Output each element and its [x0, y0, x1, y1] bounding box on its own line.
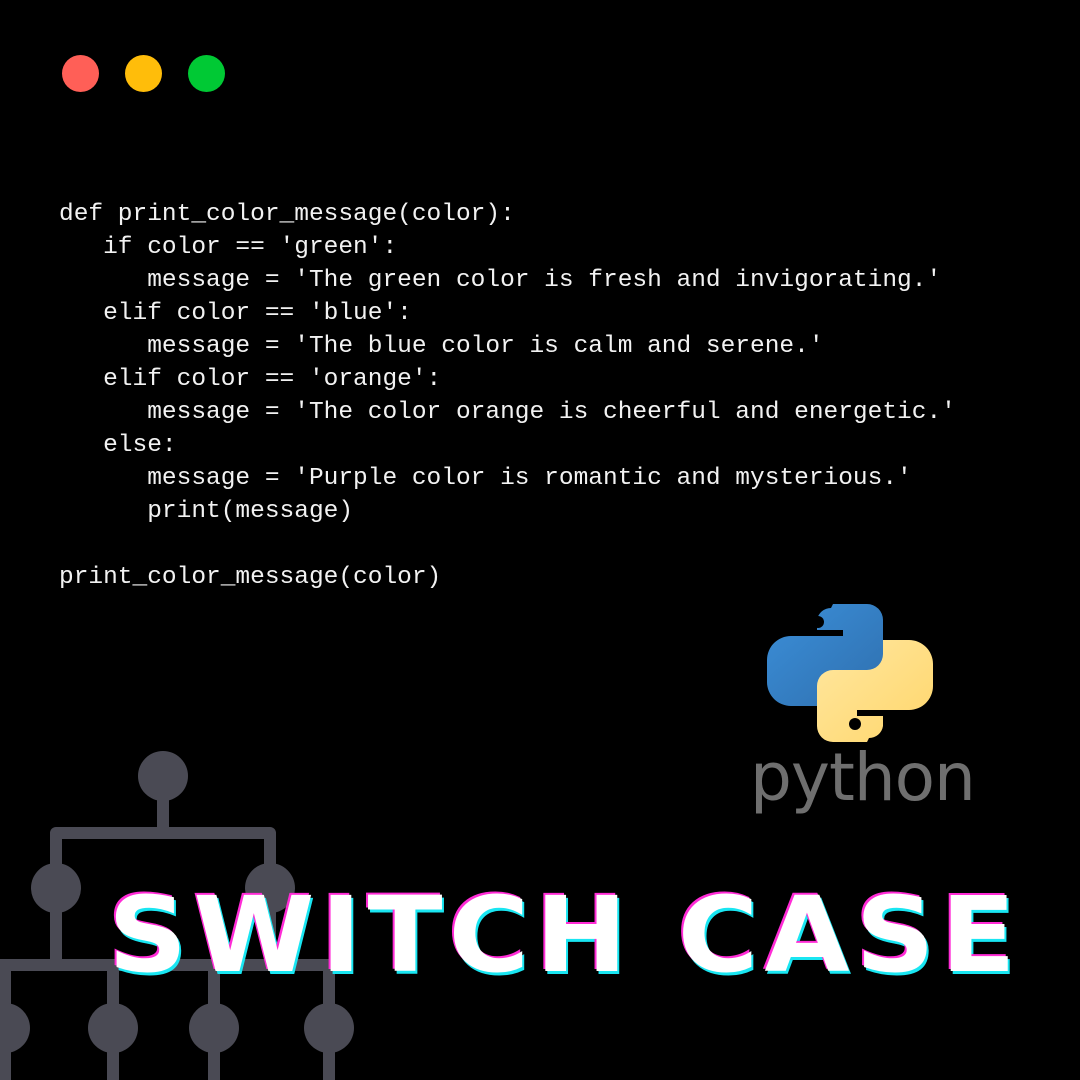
close-button[interactable] — [62, 55, 99, 92]
minimize-button[interactable] — [125, 55, 162, 92]
code-line: def print_color_message(color): — [59, 201, 515, 228]
page-title: SWITCH CASE — [108, 874, 1022, 996]
code-line: print(message) — [59, 498, 354, 525]
code-line: message = 'The blue color is calm and se… — [59, 333, 824, 360]
code-line: else: — [59, 432, 177, 459]
python-logo-icon — [767, 604, 933, 742]
window-controls — [62, 55, 225, 92]
python-wordmark: python — [750, 739, 976, 816]
code-line: print_color_message(color) — [59, 564, 442, 591]
code-block: def print_color_message(color): if color… — [59, 198, 956, 594]
code-line: message = 'Purple color is romantic and … — [59, 465, 912, 492]
code-line: message = 'The green color is fresh and … — [59, 267, 942, 294]
code-line: elif color == 'blue': — [59, 300, 412, 327]
code-line: message = 'The color orange is cheerful … — [59, 399, 956, 426]
code-line: if color == 'green': — [59, 234, 398, 261]
code-line: elif color == 'orange': — [59, 366, 442, 393]
maximize-button[interactable] — [188, 55, 225, 92]
